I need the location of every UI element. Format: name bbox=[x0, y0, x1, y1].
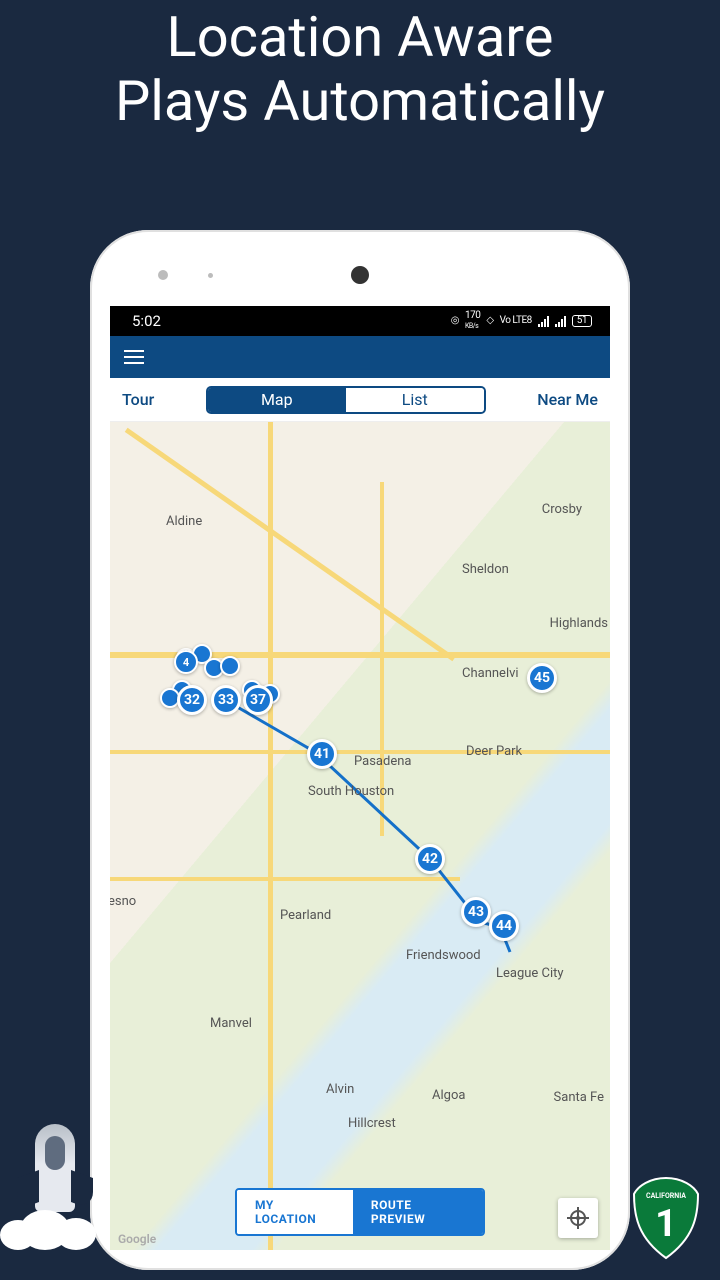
signal-icon bbox=[538, 316, 549, 327]
city-label: Pearland bbox=[280, 908, 331, 923]
network-label: Vo LTE8 bbox=[500, 316, 532, 326]
near-me-link[interactable]: Near Me bbox=[537, 390, 598, 409]
promo-headline: Location Aware Plays Automatically bbox=[0, 0, 720, 134]
city-label: Algoa bbox=[432, 1088, 465, 1103]
battery-indicator: 51 bbox=[572, 315, 592, 327]
city-label: Pasadena bbox=[354, 754, 411, 769]
crosshair-icon bbox=[570, 1210, 586, 1226]
tab-row: Tour Map List Near Me bbox=[110, 378, 610, 422]
phone-speaker bbox=[351, 266, 369, 284]
svg-text:CALIFORNIA: CALIFORNIA bbox=[646, 1192, 686, 1200]
map-pin-37[interactable]: 37 bbox=[243, 685, 273, 715]
map-pin-41[interactable]: 41 bbox=[307, 739, 337, 769]
tab-map[interactable]: Map bbox=[208, 388, 346, 412]
city-label: Channelvi bbox=[462, 666, 519, 681]
city-label: South Houston bbox=[308, 784, 394, 799]
city-label: Alvin bbox=[326, 1082, 354, 1097]
map-pin-33[interactable]: 33 bbox=[211, 685, 241, 715]
wifi-icon: ◇ bbox=[486, 316, 493, 326]
map-view[interactable]: Aldine Crosby Sheldon Highlands Channelv… bbox=[110, 422, 610, 1250]
signal-icon-2 bbox=[555, 316, 566, 327]
view-segmented-control: Map List bbox=[206, 386, 486, 414]
city-label: League City bbox=[496, 966, 564, 981]
map-pin[interactable] bbox=[220, 656, 240, 676]
city-label: Highlands bbox=[550, 616, 608, 631]
map-pin-42[interactable]: 42 bbox=[415, 844, 445, 874]
city-label: Aldine bbox=[166, 514, 202, 529]
city-label: Hillcrest bbox=[348, 1116, 396, 1131]
svg-text:1: 1 bbox=[655, 1202, 677, 1246]
city-label: Deer Park bbox=[466, 744, 522, 759]
phone-camera-dot bbox=[158, 270, 168, 280]
recenter-button[interactable] bbox=[558, 1198, 598, 1238]
map-pin-43[interactable]: 43 bbox=[461, 897, 491, 927]
map-pin-45[interactable]: 45 bbox=[527, 663, 557, 693]
my-location-button[interactable]: MY LOCATION bbox=[237, 1190, 353, 1234]
city-label: Crosby bbox=[542, 502, 582, 517]
city-label: Santa Fe bbox=[554, 1090, 604, 1105]
route-shield-badge: CALIFORNIA 1 bbox=[630, 1176, 702, 1260]
phone-sensor-dot bbox=[208, 273, 213, 278]
status-indicators: ◎ 170KB/s ◇ Vo LTE8 51 bbox=[451, 311, 592, 331]
phone-screen: 5:02 ◎ 170KB/s ◇ Vo LTE8 51 Tour Map Lis… bbox=[110, 306, 610, 1250]
headline-line1: Location Aware bbox=[0, 6, 720, 70]
route-preview-button[interactable]: ROUTE PREVIEW bbox=[353, 1190, 483, 1234]
map-action-bar: MY LOCATION ROUTE PREVIEW bbox=[235, 1188, 485, 1236]
headline-line2: Plays Automatically bbox=[0, 70, 720, 134]
location-icon: ◎ bbox=[451, 316, 459, 326]
app-bar bbox=[110, 336, 610, 378]
map-pin[interactable]: 4 bbox=[174, 650, 198, 674]
status-bar: 5:02 ◎ 170KB/s ◇ Vo LTE8 51 bbox=[110, 306, 610, 336]
status-time: 5:02 bbox=[132, 312, 161, 330]
map-pin-32[interactable]: 32 bbox=[177, 685, 207, 715]
route-line bbox=[110, 422, 610, 1222]
menu-icon[interactable] bbox=[124, 350, 144, 364]
map-attribution: Google bbox=[118, 1232, 156, 1246]
city-label: Sheldon bbox=[462, 562, 509, 577]
city-label: esno bbox=[110, 894, 136, 909]
city-label: Friendswood bbox=[406, 948, 481, 963]
rocket-decoration bbox=[10, 1124, 100, 1240]
map-pin-44[interactable]: 44 bbox=[489, 911, 519, 941]
city-label: Manvel bbox=[210, 1016, 252, 1031]
phone-frame: 5:02 ◎ 170KB/s ◇ Vo LTE8 51 Tour Map Lis… bbox=[90, 230, 630, 1270]
tab-list[interactable]: List bbox=[346, 388, 484, 412]
tour-link[interactable]: Tour bbox=[122, 390, 154, 409]
